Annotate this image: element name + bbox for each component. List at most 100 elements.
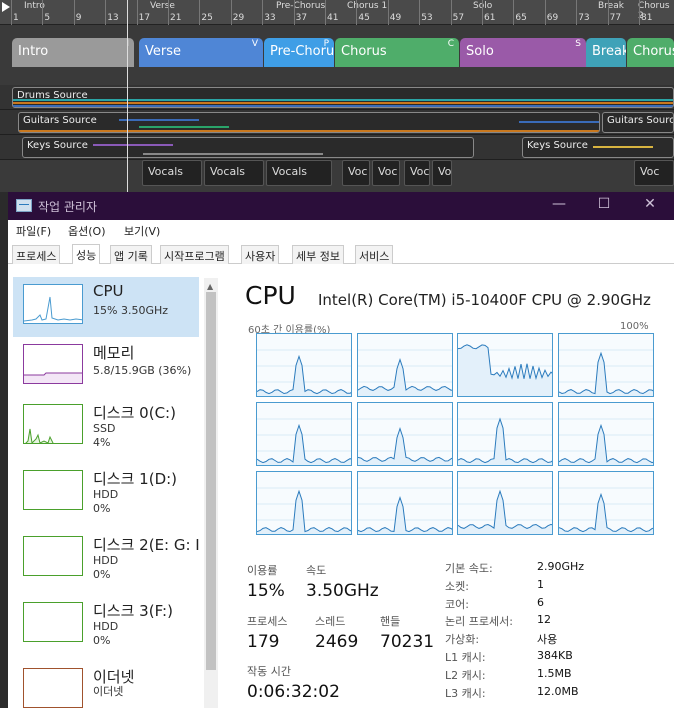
timeline-ruler[interactable]: Intro Verse Pre-Chorus Chorus 1 Solo Bre…: [0, 0, 674, 25]
logical-processor-graph: [356, 402, 453, 466]
tab-app-history[interactable]: 앱 기록: [110, 245, 152, 264]
sidebar-item-disk-2[interactable]: 디스크 2(E: G: I HDD 0%: [13, 529, 200, 589]
tab-processes[interactable]: 프로세스: [12, 245, 61, 264]
play-marker-icon[interactable]: [2, 2, 10, 12]
sidebar-label: 디스크 1(D:): [93, 470, 178, 488]
sidebar-scrollbar-thumb[interactable]: [206, 292, 216, 670]
task-manager-window: 작업 관리자 — ☐ ✕ 파일(F) 옵션(O) 보기(V) 프로세스 성능 앱…: [8, 192, 674, 708]
bar-tick: [607, 0, 609, 25]
handle-label: 핸들: [380, 615, 401, 628]
bar-number: 13: [107, 13, 119, 23]
bar-tick: [576, 0, 578, 25]
vocals-clip[interactable]: Voc: [342, 160, 370, 186]
sidebar-sub: SSD: [93, 422, 116, 435]
tab-details[interactable]: 세부 정보: [292, 245, 344, 264]
arrangement-section-break[interactable]: Break: [586, 38, 626, 67]
menu-view[interactable]: 보기(V): [124, 223, 160, 239]
bar-number: 57: [452, 13, 465, 23]
arrangement-section-chorus[interactable]: Chorus C: [335, 38, 459, 67]
spec-value: 사용: [537, 633, 558, 647]
bar-number: 65: [515, 13, 527, 23]
vocals-clip[interactable]: Vocals: [142, 160, 202, 186]
sidebar-item-disk-0[interactable]: 디스크 0(C:) SSD 4%: [13, 397, 199, 457]
arrangement-section-chorus2[interactable]: Chorus: [627, 38, 674, 67]
bar-tick: [262, 0, 264, 25]
spec-value: 2.90GHz: [537, 560, 585, 573]
menu-options[interactable]: 옵션(O): [68, 223, 105, 239]
spec-label: L1 캐시:: [445, 651, 486, 664]
keys-track: Keys Source Keys Source: [0, 135, 674, 160]
sidebar-sub: HDD: [93, 620, 119, 633]
vocals-clip[interactable]: Vocals: [204, 160, 264, 186]
bar-number: 49: [389, 13, 402, 23]
thread-label: 스레드: [315, 615, 346, 628]
sidebar-item-ethernet[interactable]: 이더넷 이더넷: [13, 661, 199, 708]
guitars-clip-2[interactable]: Guitars Source: [602, 112, 674, 133]
bar-tick: [387, 0, 389, 25]
sidebar-item-cpu[interactable]: CPU 15% 3.50GHz: [13, 277, 199, 337]
spec-label: 논리 프로세서:: [445, 615, 513, 629]
tab-users[interactable]: 사용자: [241, 245, 280, 264]
bar-tick: [513, 0, 515, 25]
drums-track: Drums Source: [0, 85, 674, 110]
ruler-section-verse: Verse: [150, 1, 175, 11]
arrangement-section-intro[interactable]: IntroI: [12, 38, 134, 67]
disk0-thumbnail-graph: [23, 404, 83, 444]
drums-clip[interactable]: Drums Source: [12, 87, 674, 108]
arrangement-section-verse[interactable]: Verse V: [139, 38, 263, 67]
title-bar[interactable]: 작업 관리자 — ☐ ✕: [8, 192, 674, 220]
tab-performance[interactable]: 성능: [72, 244, 101, 264]
bar-number: 73: [578, 13, 590, 23]
vocals-clip[interactable]: Voc: [634, 160, 674, 186]
bar-number: 37: [295, 13, 308, 23]
sidebar-item-memory[interactable]: 메모리 5.8/15.9GB (36%): [13, 337, 199, 397]
minimize-button[interactable]: —: [548, 196, 570, 216]
spec-label: 소켓:: [445, 579, 469, 593]
bar-number: 29: [232, 13, 245, 23]
vocals-clip[interactable]: Vo: [432, 160, 452, 186]
sidebar-sub: HDD: [93, 554, 119, 567]
spec-value: 12: [537, 613, 551, 627]
menu-file[interactable]: 파일(F): [16, 223, 51, 239]
keys-clip[interactable]: Keys Source: [22, 137, 474, 158]
tab-startup[interactable]: 시작프로그램: [160, 245, 229, 264]
memory-thumbnail-graph: [23, 344, 83, 384]
process-label: 프로세스: [247, 615, 288, 628]
bar-tick: [73, 0, 75, 25]
tab-services[interactable]: 서비스: [355, 245, 394, 264]
arrangement-section-prechorus[interactable]: Pre-Chorus P: [264, 38, 334, 67]
bar-number: 9: [75, 13, 82, 23]
close-button[interactable]: ✕: [639, 196, 661, 216]
maximize-button[interactable]: ☐: [593, 196, 615, 216]
util-label: 이용률: [247, 564, 278, 577]
playhead[interactable]: [127, 0, 128, 192]
vocals-clip[interactable]: Voc: [404, 160, 430, 186]
guitars-clip[interactable]: Guitars Source: [18, 112, 600, 133]
bar-number: 45: [358, 13, 370, 23]
disk1-thumbnail-graph: [23, 470, 83, 510]
bar-number: 61: [484, 13, 496, 23]
scroll-up-icon[interactable]: ▲: [207, 282, 213, 291]
bar-tick: [293, 0, 295, 25]
arrangement-section-solo[interactable]: Solo S: [460, 38, 586, 67]
bar-tick: [450, 0, 452, 25]
sidebar-label: CPU: [93, 282, 124, 300]
bar-number: 33: [264, 13, 276, 23]
sidebar-item-disk-1[interactable]: 디스크 1(D:) HDD 0%: [13, 463, 199, 523]
spec-label: L3 캐시:: [445, 686, 486, 700]
vocals-clip[interactable]: Voc: [372, 160, 400, 186]
sidebar-sub: 4%: [93, 436, 111, 449]
sidebar-item-disk-3[interactable]: 디스크 3(F:) HDD 0%: [13, 595, 199, 655]
sidebar-sub: 이더넷: [93, 685, 124, 698]
spec-value: 384KB: [537, 649, 573, 662]
bar-number: 25: [201, 13, 213, 23]
window-title: 작업 관리자: [38, 200, 98, 214]
keys-clip-2[interactable]: Keys Source: [522, 137, 674, 158]
ethernet-thumbnail-graph: [23, 668, 83, 708]
vocals-clip[interactable]: Vocals: [266, 160, 332, 186]
bar-tick: [168, 0, 169, 25]
sidebar-label: 디스크 0(C:): [93, 404, 176, 422]
bar-tick: [136, 0, 138, 25]
spec-label: L2 캐시:: [445, 668, 486, 682]
bar-number: 77: [609, 13, 622, 23]
